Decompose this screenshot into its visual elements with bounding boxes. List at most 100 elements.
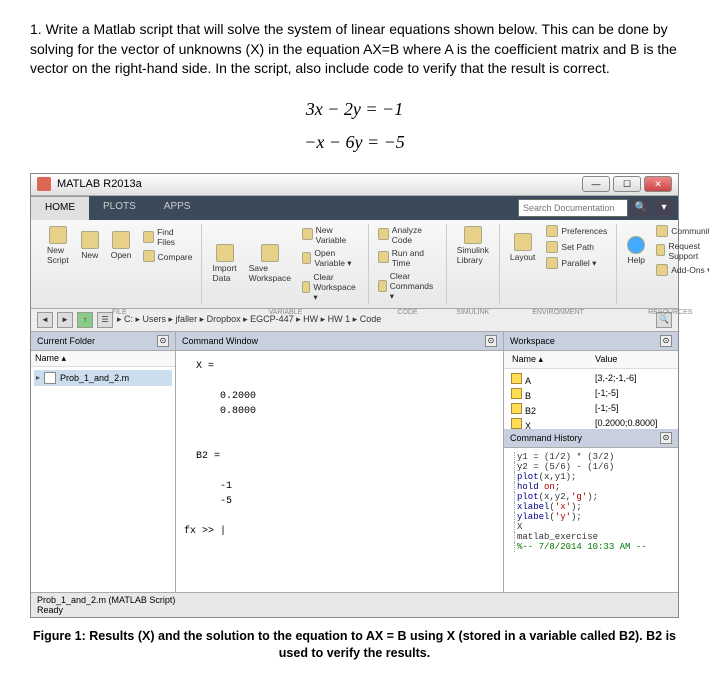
- group-label-variable: VARIABLE: [269, 309, 303, 316]
- panel-dropdown-icon[interactable]: ⊙: [660, 335, 672, 347]
- help-toggle-icon[interactable]: ▾: [654, 199, 674, 217]
- ws-row[interactable]: B2[-1;-5]: [507, 402, 675, 417]
- layout-button[interactable]: Layout: [506, 231, 540, 264]
- find-files-icon: [143, 231, 155, 243]
- preferences-button[interactable]: Preferences: [543, 224, 610, 239]
- command-window-content[interactable]: X = 0.2000 0.8000 B2 = -1 -5 fx >> |: [176, 351, 503, 592]
- status-script: Prob_1_and_2.m (MATLAB Script): [37, 595, 672, 605]
- clear-workspace-button[interactable]: Clear Workspace ▾: [299, 271, 362, 304]
- clear-cmd-icon: [378, 280, 386, 292]
- new-icon: [81, 231, 99, 249]
- hist-line[interactable]: y1 = (1/2) * (3/2): [514, 452, 674, 462]
- command-window-header: Command Window ⊙: [176, 332, 503, 351]
- hist-line[interactable]: y2 = (5/6) - (1/6): [514, 462, 674, 472]
- new-variable-button[interactable]: New Variable: [299, 224, 362, 246]
- analyze-code-button[interactable]: Analyze Code: [375, 224, 439, 246]
- parallel-icon: [546, 257, 558, 269]
- ws-row[interactable]: X[0.2000;0.8000]: [507, 417, 675, 429]
- support-icon: [656, 244, 665, 256]
- close-button[interactable]: ✕: [644, 176, 672, 192]
- addons-icon: [656, 264, 668, 276]
- group-label-environment: ENVIRONMENT: [532, 309, 584, 316]
- back-button[interactable]: ◄: [37, 312, 53, 328]
- matlab-logo-icon: [37, 177, 51, 191]
- import-data-button[interactable]: Import Data: [208, 242, 240, 285]
- panel-dropdown-icon[interactable]: ⊙: [660, 432, 672, 444]
- tab-plots[interactable]: PLOTS: [89, 196, 150, 220]
- hist-line[interactable]: ylabel('y');: [514, 512, 674, 522]
- panel-dropdown-icon[interactable]: ⊙: [157, 335, 169, 347]
- open-button[interactable]: Open: [107, 229, 136, 262]
- hist-line[interactable]: plot(x,y2,'g');: [514, 492, 674, 502]
- hist-line[interactable]: matlab_exercise: [514, 532, 674, 542]
- ws-row[interactable]: A[3,-2;-1,-6]: [507, 372, 675, 387]
- timer-icon: [378, 251, 389, 263]
- help-button[interactable]: Help: [623, 234, 649, 267]
- maximize-button[interactable]: ☐: [613, 176, 641, 192]
- right-panels: Workspace ⊙ Name ▴ Value A[3,-2;-1,-6] B…: [503, 332, 678, 592]
- new-button[interactable]: New: [77, 229, 103, 262]
- request-support-button[interactable]: Request Support: [653, 240, 709, 262]
- forward-button[interactable]: ►: [57, 312, 73, 328]
- open-icon: [112, 231, 130, 249]
- browse-button[interactable]: ☰: [97, 312, 113, 328]
- layout-icon: [514, 233, 532, 251]
- command-window-panel: Command Window ⊙ X = 0.2000 0.8000 B2 = …: [176, 332, 503, 592]
- ws-row[interactable]: B[-1;-5]: [507, 387, 675, 402]
- clear-commands-button[interactable]: Clear Commands ▾: [375, 270, 439, 303]
- address-path[interactable]: ▸ C: ▸ Users ▸ jfaller ▸ Dropbox ▸ EGCP-…: [117, 314, 652, 325]
- workspace-content: A[3,-2;-1,-6] B[-1;-5] B2[-1;-5] X[0.200…: [504, 369, 678, 429]
- simulink-library-button[interactable]: Simulink Library: [453, 224, 493, 267]
- up-folder-button[interactable]: ↑: [77, 312, 93, 328]
- compare-button[interactable]: Compare: [140, 249, 196, 264]
- equation-2: −x − 6y = −5: [30, 132, 679, 153]
- equations: 3x − 2y = −1 −x − 6y = −5: [30, 99, 679, 153]
- group-label-file: FILE: [112, 309, 127, 316]
- ws-col-name[interactable]: Name ▴: [508, 353, 591, 366]
- command-history-header: Command History ⊙: [504, 429, 678, 448]
- tab-apps[interactable]: APPS: [150, 196, 205, 220]
- gear-icon: [546, 225, 558, 237]
- path-icon: [546, 241, 558, 253]
- matrix-icon: [511, 403, 522, 414]
- hist-line[interactable]: plot(x,y1);: [514, 472, 674, 482]
- new-script-button[interactable]: New Script: [43, 224, 73, 267]
- community-icon: [656, 225, 668, 237]
- group-label-simulink: SIMULINK: [456, 309, 489, 316]
- set-path-button[interactable]: Set Path: [543, 240, 610, 255]
- command-history-content: y1 = (1/2) * (3/2) y2 = (5/6) - (1/6) pl…: [504, 448, 678, 556]
- run-and-time-button[interactable]: Run and Time: [375, 247, 439, 269]
- status-bar: Prob_1_and_2.m (MATLAB Script) Ready: [31, 592, 678, 617]
- col-name-header[interactable]: Name ▴: [35, 353, 66, 364]
- hist-line[interactable]: xlabel('x');: [514, 502, 674, 512]
- search-documentation-input[interactable]: [518, 199, 628, 217]
- hist-line[interactable]: X: [514, 522, 674, 532]
- addons-button[interactable]: Add-Ons ▾: [653, 263, 709, 278]
- save-workspace-button[interactable]: Save Workspace: [245, 242, 295, 285]
- search-icon[interactable]: 🔍: [631, 199, 651, 217]
- simulink-icon: [464, 226, 482, 244]
- parallel-button[interactable]: Parallel ▾: [543, 256, 610, 271]
- save-icon: [261, 244, 279, 262]
- community-button[interactable]: Community: [653, 224, 709, 239]
- tab-home[interactable]: HOME: [31, 196, 89, 220]
- matrix-icon: [511, 373, 522, 384]
- question-block: 1. Write a Matlab script that will solve…: [30, 20, 679, 79]
- minimize-button[interactable]: —: [582, 176, 610, 192]
- document-page: 1. Write a Matlab script that will solve…: [0, 0, 709, 673]
- figure-caption: Figure 1: Results (X) and the solution t…: [30, 628, 679, 663]
- group-label-code: CODE: [397, 309, 417, 316]
- hist-line[interactable]: hold on;: [514, 482, 674, 492]
- hist-timestamp[interactable]: %-- 7/8/2014 10:33 AM --: [514, 542, 674, 552]
- current-folder-header: Current Folder ⊙: [31, 332, 175, 351]
- matrix-icon: [511, 418, 522, 429]
- matrix-icon: [511, 388, 522, 399]
- find-files-button[interactable]: Find Files: [140, 226, 196, 248]
- file-item[interactable]: ▸ Prob_1_and_2.m: [34, 370, 172, 386]
- ws-col-value[interactable]: Value: [591, 353, 674, 366]
- import-icon: [216, 244, 234, 262]
- clear-ws-icon: [302, 281, 310, 293]
- open-variable-button[interactable]: Open Variable ▾: [299, 247, 362, 270]
- group-label-resources: RESOURCES: [648, 309, 692, 316]
- panel-dropdown-icon[interactable]: ⊙: [485, 335, 497, 347]
